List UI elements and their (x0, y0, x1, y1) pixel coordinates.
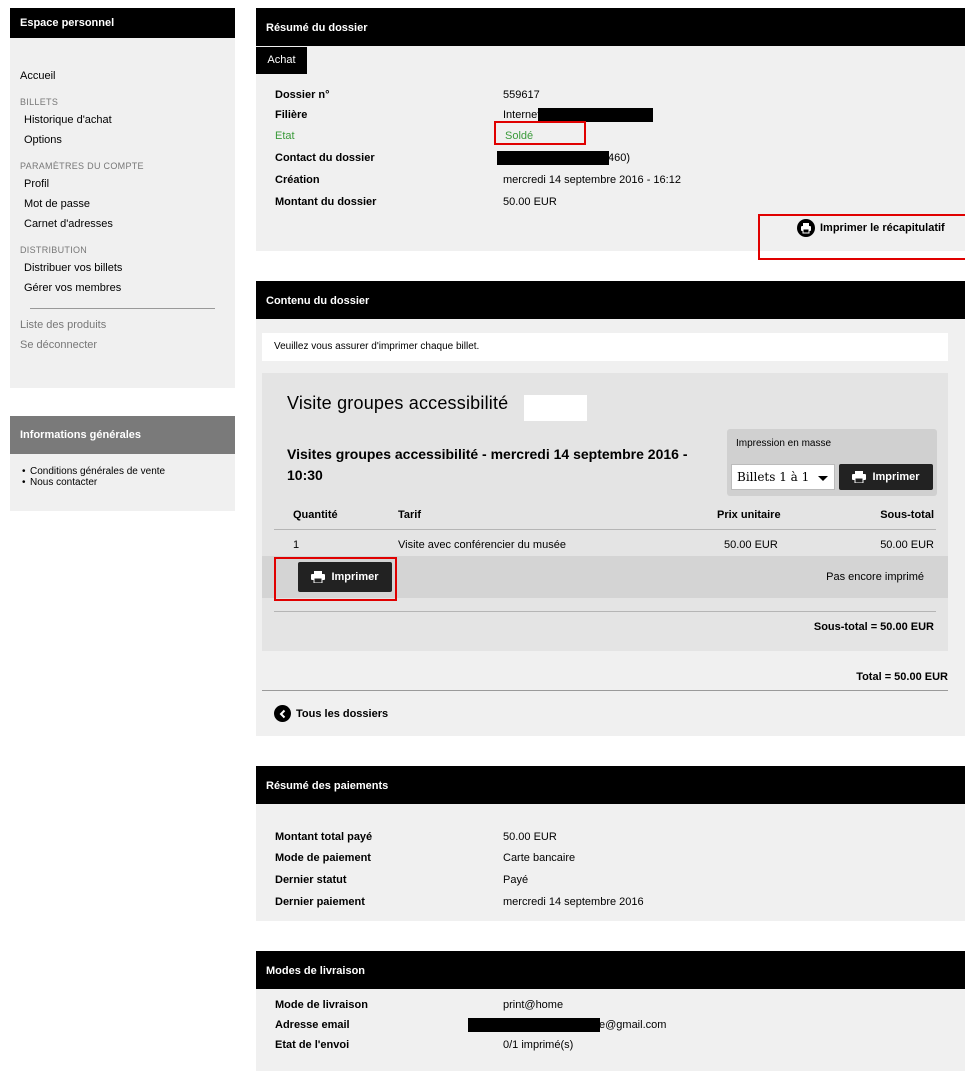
payment-label-total: Montant total payé (275, 831, 373, 843)
visit-title: Visites groupes accessibilité - mercredi… (287, 446, 688, 483)
sidebar-section-distribution: DISTRIBUTION (20, 245, 88, 255)
ticket-print-button[interactable]: Imprimer (298, 562, 392, 592)
contact-label: Contact du dossier (275, 152, 375, 164)
etat-label: Etat (275, 130, 295, 142)
mass-print-button[interactable]: Imprimer (839, 464, 933, 490)
delivery-value-mode: print@home (503, 999, 564, 1011)
mass-print-select-value: Billets 1 à 1 (737, 470, 810, 484)
redacted-block (497, 151, 609, 165)
total-divider (262, 690, 948, 691)
contents-header: Contenu du dossier (256, 281, 965, 319)
tab-achat[interactable]: Achat (256, 47, 307, 74)
sidebar-menu: Accueil BILLETS Historique d'achat Optio… (10, 38, 235, 388)
info-header: Informations générales (10, 416, 235, 454)
delivery-label-mode: Mode de livraison (275, 999, 368, 1011)
back-link-label: Tous les dossiers (296, 707, 389, 720)
mass-print-button-label: Imprimer (872, 471, 920, 483)
row-quantite: 1 (293, 539, 300, 551)
summary-header: Résumé du dossier (256, 8, 965, 46)
delivery-label-etat: Etat de l'envoi (275, 1039, 350, 1051)
chevron-left-icon (274, 705, 291, 722)
payment-label-mode: Mode de paiement (275, 852, 371, 864)
total: Total = 50.00 EUR (856, 671, 948, 683)
print-summary-label: Imprimer le récapitulatif (820, 222, 945, 234)
sidebar-item-profil[interactable]: Profil (20, 174, 225, 194)
sidebar-item-historique[interactable]: Historique d'achat (20, 110, 225, 130)
payment-label-statut: Dernier statut (275, 874, 347, 886)
etat-value: Soldé (505, 130, 534, 142)
col-sous-total: Sous-total (880, 509, 934, 521)
payment-value-dernier: mercredi 14 septembre 2016 (503, 896, 644, 908)
col-quantite: Quantité (293, 509, 338, 521)
payment-value-total: 50.00 EUR (503, 831, 557, 843)
subtotal-divider (274, 611, 936, 612)
row-sous-total: 50.00 EUR (880, 539, 934, 551)
mass-print-select[interactable]: Billets 1 à 1 (731, 464, 835, 490)
creation-label: Création (275, 174, 320, 186)
redacted-block (524, 395, 587, 421)
sidebar-section-billets: BILLETS (20, 97, 59, 107)
row-prix: 50.00 EUR (724, 539, 778, 551)
print-notice: Veuillez vous assurer d'imprimer chaque … (262, 333, 948, 361)
payments-panel: Montant total payé 50.00 EUR Mode de pai… (256, 804, 965, 921)
print-status: Pas encore imprimé (826, 571, 924, 583)
payments-header: Résumé des paiements (256, 766, 965, 804)
sidebar-item-mot-de-passe[interactable]: Mot de passe (20, 194, 225, 214)
mass-print-box: Impression en masse Billets 1 à 1 Imprim… (727, 429, 937, 496)
contact-value: 460) (608, 152, 631, 164)
info-item-cgv[interactable]: Conditions générales de vente (22, 466, 225, 477)
subtotal: Sous-total = 50.00 EUR (813, 621, 934, 633)
delivery-value-etat: 0/1 imprimé(s) (503, 1039, 574, 1051)
sidebar-item-liste-produits[interactable]: Liste des produits (20, 315, 225, 335)
print-summary-link[interactable]: Imprimer le récapitulatif (797, 219, 945, 237)
delivery-value-email: e@gmail.com (599, 1019, 667, 1031)
printer-icon (311, 571, 326, 583)
sidebar-item-deconnecter[interactable]: Se déconnecter (20, 335, 225, 355)
col-tarif: Tarif (398, 509, 422, 521)
delivery-label-email: Adresse email (275, 1019, 350, 1031)
sidebar-item-gerer[interactable]: Gérer vos membres (20, 278, 225, 298)
info-item-contact[interactable]: Nous contacter (22, 477, 225, 488)
col-prix: Prix unitaire (717, 509, 781, 521)
filiere-label: Filière (275, 109, 308, 121)
payment-label-dernier: Dernier paiement (275, 896, 365, 908)
summary-panel: Dossier n° 559617 Filière Internet Etat … (256, 46, 965, 260)
back-to-dossiers-link[interactable]: Tous les dossiers (274, 705, 388, 722)
creation-value: mercredi 14 septembre 2016 - 16:12 (503, 174, 681, 186)
printer-icon (852, 471, 867, 483)
dossier-label: Dossier n° (275, 89, 330, 101)
dossier-value: 559617 (503, 89, 540, 101)
filiere-value: Internet (503, 109, 541, 121)
caret-down-icon (818, 476, 828, 481)
info-list: Conditions générales de vente Nous conta… (10, 454, 235, 511)
sidebar-item-carnet[interactable]: Carnet d'adresses (20, 214, 225, 234)
montant-value: 50.00 EUR (503, 196, 557, 208)
payment-value-statut: Payé (503, 874, 529, 886)
ticket-print-button-label: Imprimer (331, 571, 379, 583)
redacted-block (538, 108, 653, 122)
montant-label: Montant du dossier (275, 196, 377, 208)
delivery-panel: Mode de livraison print@home Adresse ema… (256, 989, 965, 1071)
product-title: Visite groupes accessibilité (287, 393, 509, 413)
sidebar-divider (30, 308, 215, 309)
sidebar: Espace personnel Accueil BILLETS Histori… (10, 8, 235, 511)
sidebar-item-options[interactable]: Options (20, 130, 225, 150)
sidebar-section-compte: PARAMÈTRES DU COMPTE (20, 161, 144, 171)
table-divider (274, 529, 936, 530)
redacted-block (468, 1018, 600, 1032)
printer-icon (797, 219, 815, 237)
product-card: Visite groupes accessibilité Visites gro… (262, 373, 948, 651)
payment-value-mode: Carte bancaire (503, 852, 576, 864)
mass-print-label: Impression en masse (736, 438, 832, 449)
sidebar-header: Espace personnel (10, 8, 235, 38)
delivery-header: Modes de livraison (256, 951, 965, 989)
ticket-print-row: Imprimer Pas encore imprimé (262, 556, 948, 598)
row-tarif: Visite avec conférencier du musée (398, 539, 566, 551)
sidebar-item-distribuer[interactable]: Distribuer vos billets (20, 258, 225, 278)
sidebar-item-accueil[interactable]: Accueil (20, 66, 225, 86)
